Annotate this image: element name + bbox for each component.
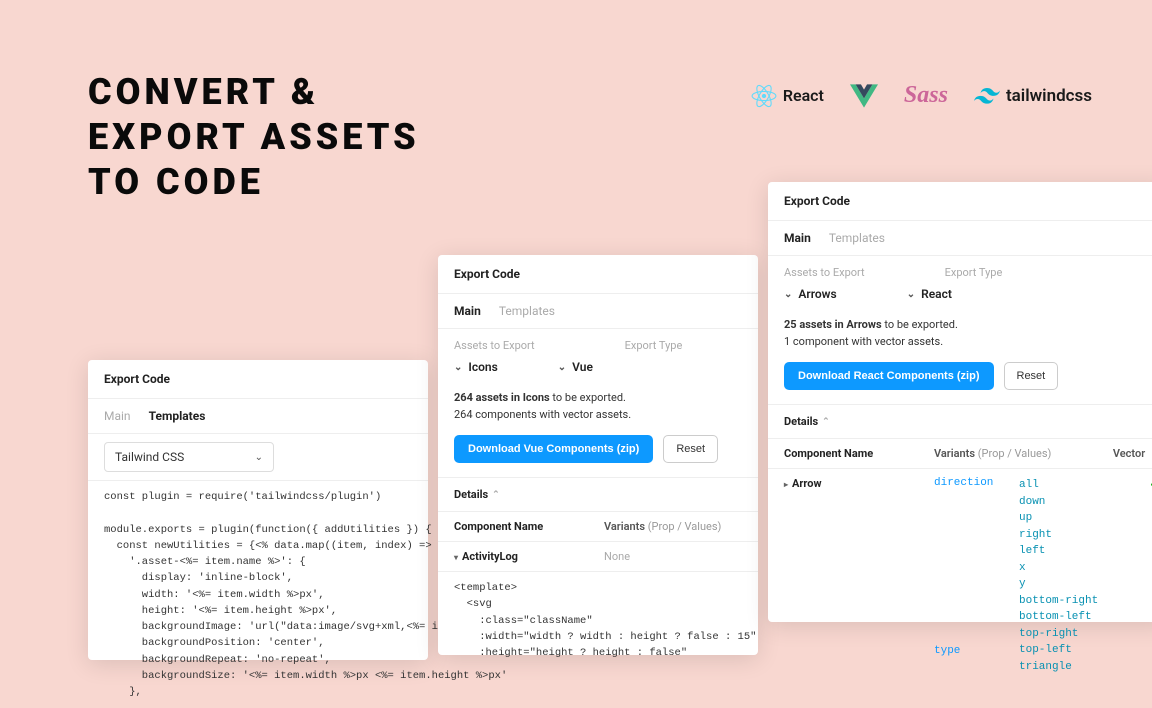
sass-icon: Sass [904,82,948,109]
framework-select[interactable]: Tailwind CSS⌄ [104,442,274,472]
tab-templates[interactable]: Templates [149,409,206,423]
hero-heading: CONVERT & EXPORT ASSETS TO CODE [88,70,420,205]
tab-templates[interactable]: Templates [829,231,885,245]
framework-logos: React Sass tailwindcss [751,82,1092,109]
react-icon [751,83,777,109]
panel-title: Export Code [88,360,428,398]
reset-button[interactable]: Reset [663,435,718,463]
tab-main[interactable]: Main [784,231,811,245]
tailwind-logo: tailwindcss [974,86,1092,106]
tab-main[interactable]: Main [454,304,481,318]
caret-right-icon: ▸ [784,480,788,489]
tailwind-icon [974,88,1000,104]
tab-main[interactable]: Main [104,409,131,423]
react-logo: React [751,83,824,109]
details-toggle[interactable]: Details⌃ [768,405,1152,438]
tab-templates[interactable]: Templates [499,304,555,318]
code-preview: const plugin = require('tailwindcss/plug… [88,481,428,708]
export-summary: 264 assets in Icons to be exported. 264 … [438,384,758,435]
chevron-down-icon: ⌄ [255,452,263,463]
export-type-dropdown[interactable]: ⌄React [907,287,952,301]
export-type-dropdown[interactable]: ⌄Vue [558,360,593,374]
panel-title: Export Code [438,255,758,293]
assets-dropdown[interactable]: ⌄Arrows [784,287,837,301]
download-button[interactable]: Download Vue Components (zip) [454,435,653,463]
download-button[interactable]: Download React Components (zip) [784,362,994,390]
chevron-down-icon: ⌄ [454,362,462,373]
component-row[interactable]: ▸Arrow direction type alldownuprightleft… [768,469,1152,683]
chevron-down-icon: ⌄ [784,289,792,300]
caret-down-icon: ▾ [454,553,458,562]
code-preview: <template> <svg :class="className" :widt… [438,572,758,669]
export-panel-tailwind: Export Code Main Templates Tailwind CSS⌄… [88,360,428,660]
chevron-down-icon: ⌄ [907,289,915,300]
details-toggle[interactable]: Details⌃ [438,478,758,511]
chevron-down-icon: ⌄ [558,362,566,373]
assets-dropdown[interactable]: ⌄Icons [454,360,498,374]
vue-icon [850,84,878,108]
reset-button[interactable]: Reset [1004,362,1059,390]
component-row[interactable]: ▾ActivityLog None [438,542,758,571]
export-summary: 25 assets in Arrows to be exported. 1 co… [768,311,1152,362]
export-panel-react: Export Code Main Templates Assets to Exp… [768,182,1152,622]
panel-title: Export Code [768,182,1152,220]
export-panel-vue: Export Code Main Templates Assets to Exp… [438,255,758,655]
